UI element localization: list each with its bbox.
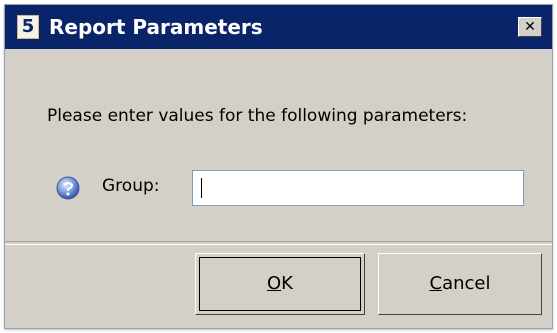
app-icon: 5 (17, 15, 39, 39)
dialog-title: Report Parameters (49, 15, 263, 39)
title-bar[interactable]: 5 Report Parameters ✕ (5, 5, 552, 49)
parameter-row-group: Group: (55, 170, 535, 206)
text-caret (201, 178, 202, 198)
parameter-help-icon (56, 176, 80, 200)
group-input[interactable] (192, 170, 524, 206)
ok-button[interactable]: OK (195, 253, 365, 315)
close-button[interactable]: ✕ (518, 17, 542, 37)
separator (5, 241, 552, 245)
report-parameters-dialog: 5 Report Parameters ✕ Please enter value… (4, 4, 553, 329)
group-label: Group: (102, 176, 160, 196)
close-icon: ✕ (524, 19, 536, 35)
cancel-button[interactable]: Cancel (378, 253, 542, 315)
cancel-label-rest: ancel (442, 273, 491, 294)
prompt-text: Please enter values for the following pa… (47, 106, 468, 126)
dialog-content: Please enter values for the following pa… (5, 49, 552, 328)
cancel-mnemonic: C (429, 273, 443, 294)
ok-label-rest: K (281, 273, 293, 294)
ok-mnemonic: O (267, 273, 282, 294)
